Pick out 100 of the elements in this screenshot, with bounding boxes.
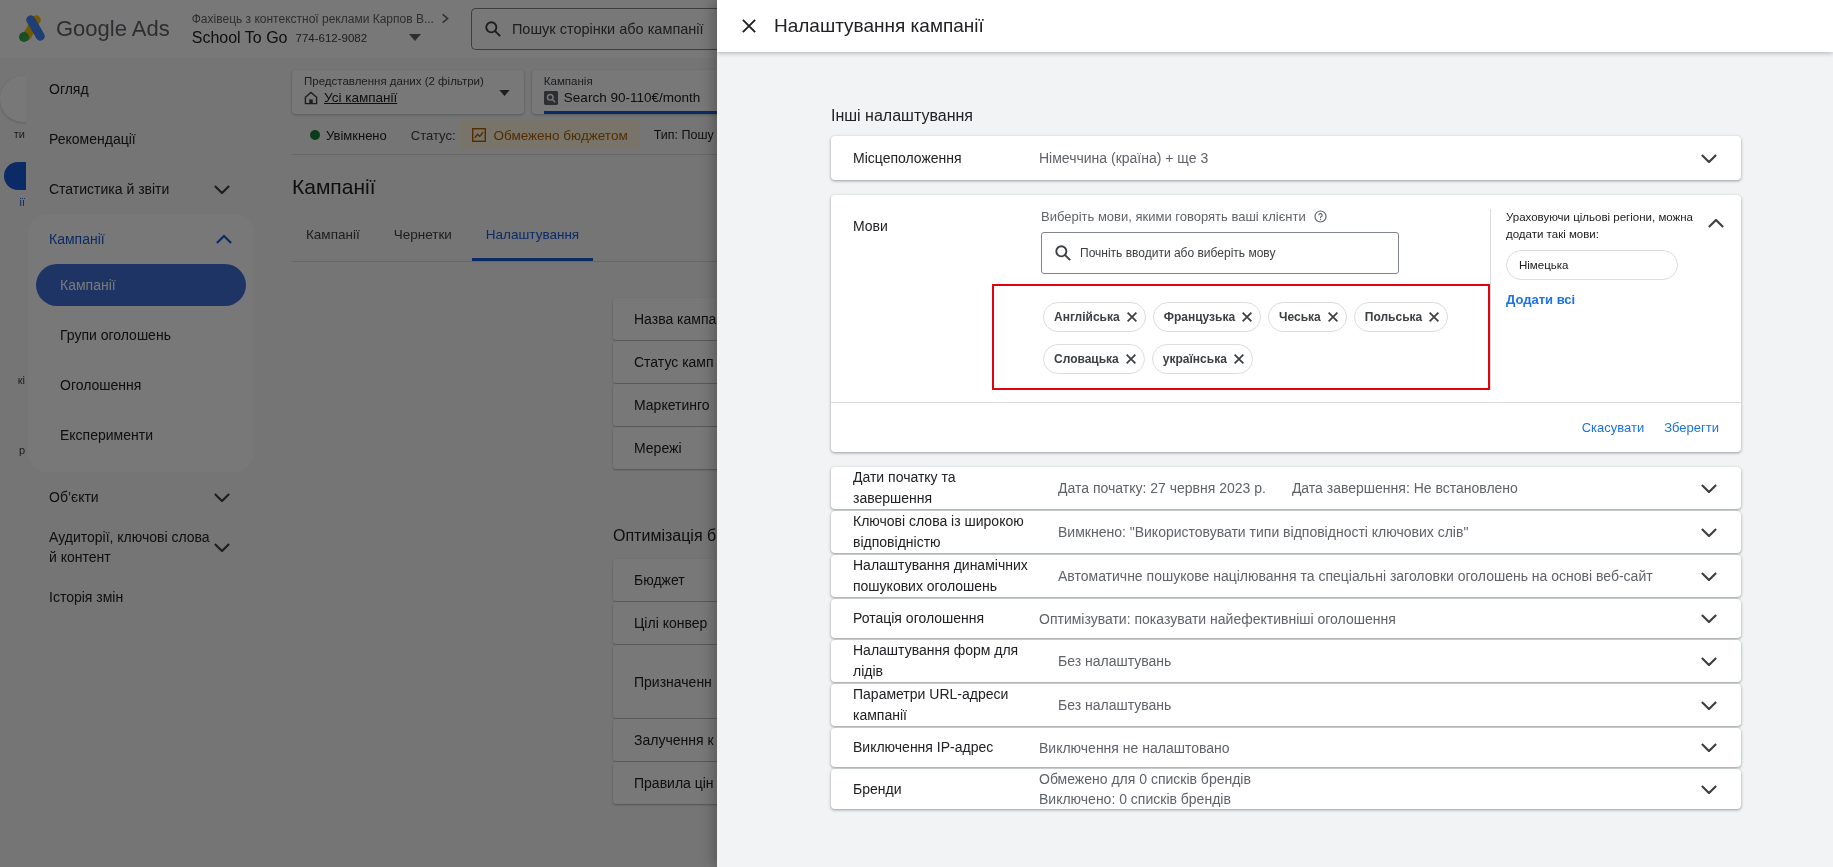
chevron-right-icon[interactable] [441, 13, 449, 24]
setting-label: Бренди [853, 779, 903, 799]
nav-item[interactable]: Історія змін [26, 572, 254, 622]
filter-value[interactable]: Усі кампанії [324, 90, 398, 105]
chevron-down-icon[interactable] [1701, 571, 1717, 581]
account-name: School To Go [191, 28, 288, 47]
tab[interactable]: Налаштування [471, 219, 594, 261]
help-icon[interactable] [1313, 210, 1327, 223]
chevron-down-icon[interactable] [1701, 784, 1717, 794]
remove-icon[interactable] [1429, 312, 1440, 322]
nav-item[interactable]: Аудиторії, ключові слова й контент [26, 522, 254, 572]
setting-label: Виключення IP-адрес [853, 738, 995, 757]
setting-label: Налаштування динамічних пошукових оголошень [853, 556, 1029, 596]
status-label: Статус: [410, 127, 456, 143]
section-title: Оптимізація б [613, 527, 717, 545]
chevron-down-icon[interactable] [1701, 614, 1717, 623]
trend-chart-icon [471, 128, 486, 142]
setting-row[interactable]: Дати початку та завершення Дата початку: 27 червня 2023 р. Дата завершення: Не встановлено [831, 467, 1741, 509]
rail-label[interactable]: ії [19, 196, 25, 208]
search-icon [1055, 245, 1071, 261]
add-all-link[interactable]: Додати всі [1506, 292, 1576, 307]
setting-label: Ключові слова із широкою відповідністю [853, 512, 1025, 552]
setting-label: Параметри URL-адреси кампанії [853, 685, 1010, 725]
remove-icon[interactable] [1125, 354, 1136, 364]
close-icon[interactable] [742, 19, 756, 33]
setting-row[interactable]: Бюджет [613, 559, 717, 601]
panel-title: Налаштування кампанії [774, 15, 984, 37]
nav-subitem[interactable]: Оголошення [36, 364, 246, 406]
setting-row[interactable]: Ключові слова із широкою відповідністю Вимкнено: "Використовувати типи відповідності ключових слів" [831, 511, 1741, 553]
remove-icon[interactable] [1327, 312, 1338, 322]
setting-row[interactable]: Параметри URL-адреси кампанії Без налаштувань [831, 684, 1741, 726]
nav-item[interactable]: Огляд [26, 64, 254, 114]
chevron-down-icon[interactable] [1701, 700, 1717, 710]
filter-card[interactable]: Представлення даних (2 фільтри) Усі кампанії [292, 70, 524, 114]
logo-text: Google Ads [56, 16, 170, 42]
setting-value: Без налаштувань [1058, 652, 1173, 671]
setting-row[interactable]: Виключення IP-адрес Виключення не налаштовано [831, 728, 1741, 767]
setting-row[interactable]: Місцеположення Німеччина (країна) + ще 3 [831, 136, 1741, 180]
nav-subitem[interactable]: Групи оголошень [36, 314, 246, 356]
nav-item[interactable]: Кампанії [28, 214, 254, 264]
chevron-down-icon[interactable] [1701, 743, 1717, 752]
text-button[interactable]: Скасувати [1575, 416, 1651, 439]
setting-row[interactable]: Налаштування форм для лідів Без налаштувань [831, 640, 1741, 682]
setting-label: Місцеположення [853, 148, 963, 168]
filter-card[interactable]: Кампанія Search 90-110€/month [531, 70, 717, 114]
rail-label[interactable]: ти [13, 128, 25, 140]
nav-item[interactable]: Рекомендації [26, 114, 254, 164]
setting-label: Мови [853, 217, 889, 236]
filter-value[interactable]: Search 90-110€/month [563, 90, 701, 105]
setting-row[interactable]: Призначенн [613, 645, 717, 718]
tab[interactable]: Чернетки [379, 219, 466, 261]
search-box-icon [543, 90, 558, 105]
caret-icon[interactable] [498, 90, 510, 96]
setting-row[interactable]: Цілі конвер [613, 602, 717, 644]
rail-label[interactable]: р [18, 444, 25, 456]
setting-label: Налаштування форм для лідів [853, 641, 1020, 681]
logo-icon [18, 15, 48, 43]
search-field[interactable]: Пошук сторінки або кампанії [470, 8, 717, 50]
setting-value: Вимкнено: "Використовувати типи відповідності ключових слів" [1058, 523, 1470, 542]
suggestion-text: Ураховуючи цільові регіони, можна додати такі мови: [1506, 210, 1694, 242]
setting-value: Німеччина (країна) + ще 3 [1039, 149, 1210, 168]
status-text: Увімкнено [326, 127, 387, 143]
nav-subitem[interactable]: Кампанії [36, 264, 246, 306]
setting-row[interactable]: Статус камп [613, 341, 717, 383]
remove-icon[interactable] [1126, 312, 1137, 322]
setting-value: Обмежено для 0 списків брендів [1039, 770, 1252, 789]
home-icon [304, 90, 318, 105]
nav-item[interactable]: Об’єкти [26, 472, 254, 522]
chevron-down-icon[interactable] [1701, 656, 1717, 666]
hint-text: Виберіть мови, якими говорять ваші клієнти [1041, 209, 1306, 224]
filter-label: Кампанія [543, 75, 594, 87]
account-path[interactable]: Фахівець з контекстної реклами Карпов В... [191, 11, 434, 26]
tab[interactable]: Кампанії [292, 219, 374, 261]
setting-row[interactable]: Залучення к [613, 719, 717, 761]
chevron-down-icon[interactable] [1701, 483, 1717, 493]
filter-label: Представлення даних (2 фільтри) [304, 75, 484, 87]
setting-row[interactable]: Правила цін [613, 762, 717, 804]
nav-subitem[interactable]: Експерименти [36, 414, 246, 456]
rail-label[interactable]: кі [17, 374, 25, 386]
text-button[interactable]: Зберегти [1658, 416, 1725, 439]
page-title: Кампанії [292, 175, 377, 199]
setting-row[interactable]: Налаштування динамічних пошукових оголошень Автоматичне пошукове націлювання та спеціальні заголовки оголошень на основі веб-сайт [831, 555, 1741, 597]
setting-value: Дата завершення: Не встановлено [1291, 479, 1518, 498]
remove-icon[interactable] [1242, 312, 1253, 322]
setting-row[interactable]: Мережі [613, 427, 717, 469]
setting-row[interactable]: Маркетинго [613, 384, 717, 426]
search-field[interactable]: Почніть вводити або виберіть мову [1041, 232, 1399, 274]
chevron-down-icon[interactable] [1701, 527, 1717, 537]
remove-icon[interactable] [1233, 354, 1244, 364]
setting-row[interactable]: Ротація оголошення Оптимізувати: показувати найефективніші оголошення [831, 599, 1741, 638]
setting-label: Ротація оголошення [853, 609, 986, 628]
chevron-up-icon[interactable] [1708, 219, 1724, 228]
nav-item[interactable]: Статистика й звіти [26, 164, 254, 214]
setting-row[interactable]: Назва кампа [613, 298, 717, 340]
caret-icon[interactable] [409, 34, 422, 41]
setting-value: Дата початку: 27 червня 2023 р. [1058, 479, 1266, 498]
search-icon [484, 21, 501, 37]
chevron-down-icon[interactable] [1701, 153, 1717, 163]
setting-row[interactable]: Бренди Обмежено для 0 списків брендів Виключено: 0 списків брендів [831, 769, 1741, 809]
status-badge[interactable]: Обмежено бюджетом [459, 120, 640, 150]
